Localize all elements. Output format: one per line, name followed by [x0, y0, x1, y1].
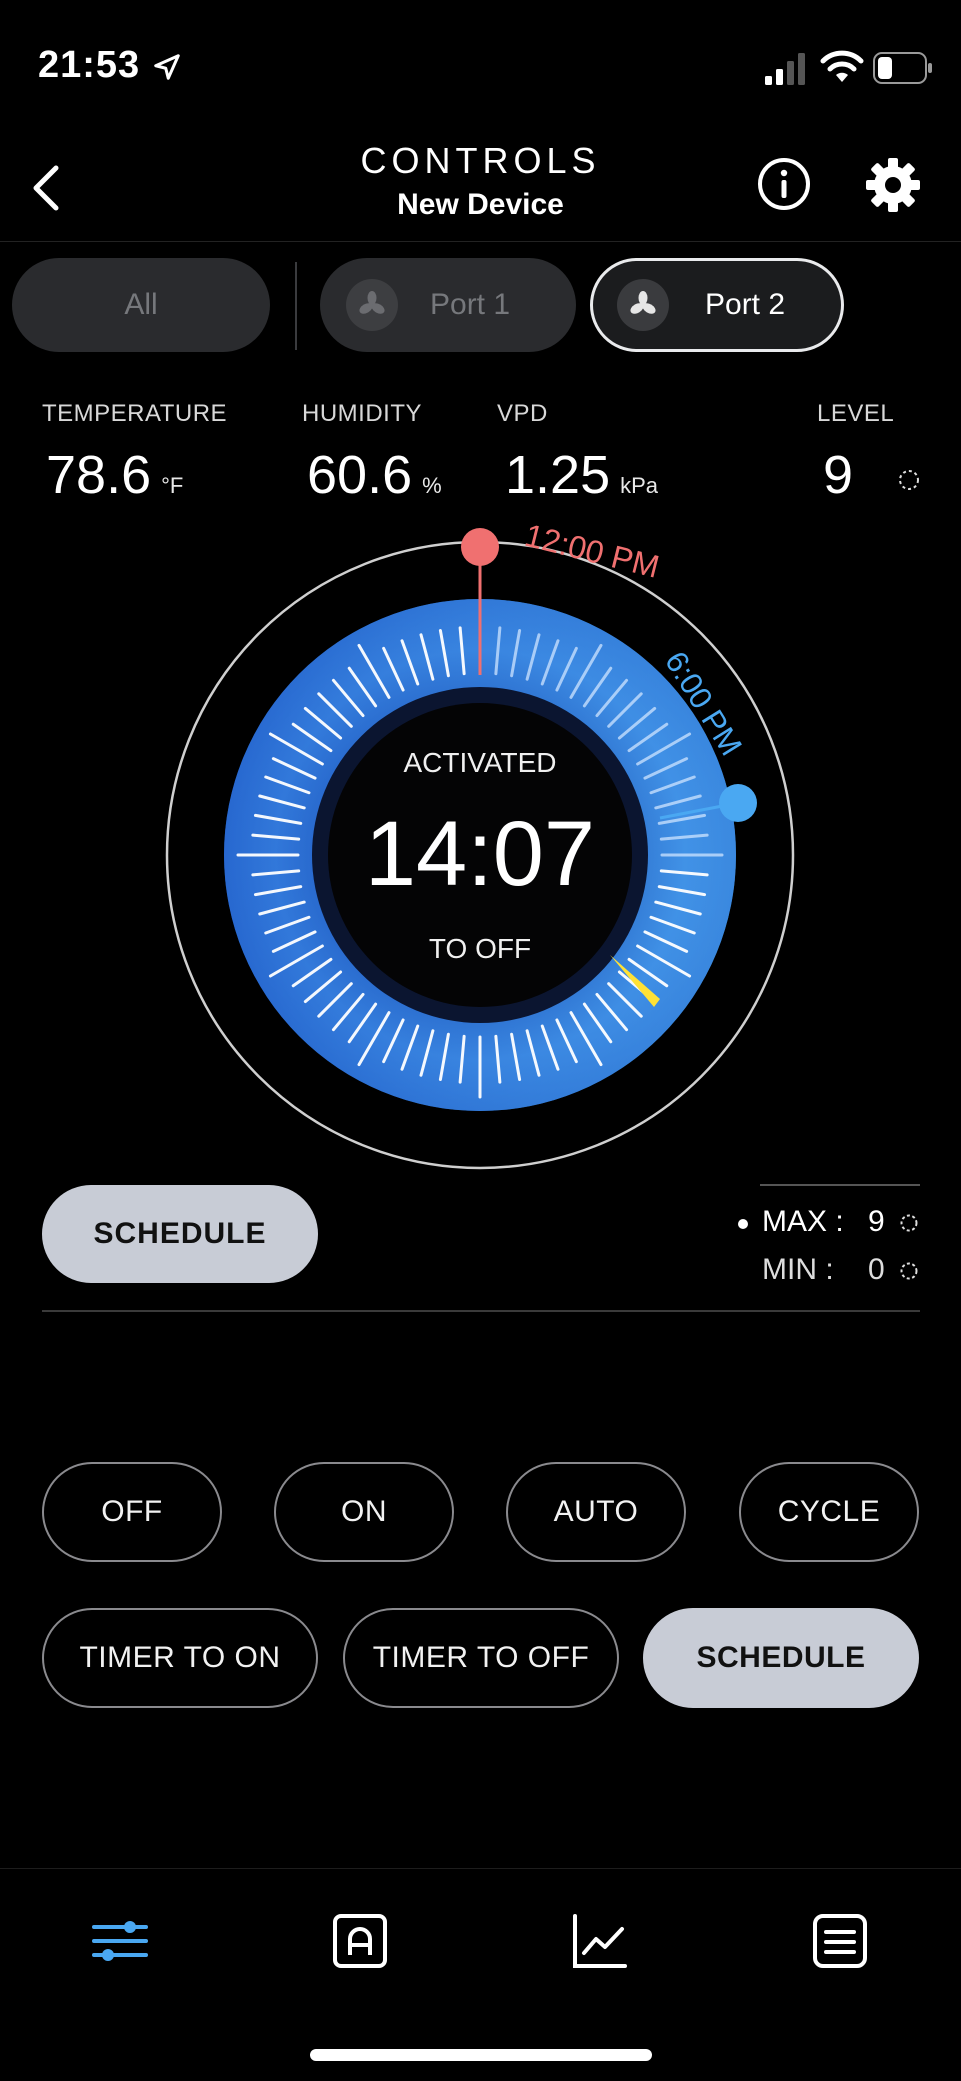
gear-icon[interactable] — [864, 156, 922, 214]
vpd-value: 1.25 — [505, 445, 611, 505]
fan-icon — [346, 279, 398, 331]
mode-off-button[interactable]: OFF — [42, 1462, 222, 1562]
fan-icon — [617, 279, 669, 331]
wifi-icon — [820, 50, 864, 82]
location-arrow-icon — [154, 54, 180, 80]
max-dotted-circle-icon — [900, 1214, 918, 1232]
vpd-value-row: 1.25 kPa — [505, 444, 658, 506]
tab-port-1[interactable]: Port 1 — [320, 258, 576, 352]
status-time: 21:53 — [38, 44, 141, 86]
tab-label: Port 1 — [430, 288, 511, 321]
humidity-reading: HUMIDITY 60.6% — [302, 400, 442, 505]
mode-timer-to-on-button[interactable]: TIMER TO ON — [42, 1608, 318, 1708]
maxmin-divider — [760, 1184, 920, 1186]
tab-label: Port 2 — [705, 288, 786, 321]
device-name: New Device — [397, 188, 564, 221]
min-value: 0 — [868, 1253, 885, 1286]
max-value: 9 — [868, 1205, 885, 1238]
battery-icon — [873, 52, 932, 84]
mode-on-button[interactable]: ON — [274, 1462, 454, 1562]
schedule-dial[interactable]: 12:00 PM 6:00 PM ACTIVATED 14:07 TO OFF — [160, 505, 800, 1195]
home-indicator[interactable] — [310, 2049, 652, 2061]
vpd-reading: VPD 1.25 kPa — [497, 400, 658, 505]
min-dotted-circle-icon — [900, 1262, 918, 1280]
port-tabs: All Port 1 Port 2 — [0, 258, 961, 352]
mode-cycle-button[interactable]: CYCLE — [739, 1462, 919, 1562]
tab-label: All — [124, 288, 158, 321]
status-bar: 21:53 — [0, 0, 961, 130]
auto-icon[interactable] — [330, 1911, 390, 1971]
status-label: ACTIVATED — [404, 747, 557, 778]
sensor-readings: TEMPERATURE 78.6 °F HUMIDITY 60.6% VPD 1.… — [0, 400, 961, 510]
schedule-pill-button[interactable]: SCHEDULE — [42, 1185, 318, 1283]
list-icon[interactable] — [810, 1911, 870, 1971]
header: CONTROLS New Device — [0, 130, 961, 242]
min-label: MIN : — [762, 1253, 834, 1286]
vpd-unit: kPa — [620, 473, 659, 498]
mode-timer-to-off-button[interactable]: TIMER TO OFF — [343, 1608, 619, 1708]
tab-divider — [295, 262, 297, 350]
info-icon[interactable] — [756, 156, 812, 212]
start-marker-knob — [461, 528, 499, 566]
level-dotted-circle-icon — [899, 470, 919, 490]
tab-all[interactable]: All — [12, 258, 270, 352]
temperature-reading: TEMPERATURE 78.6 °F — [42, 400, 228, 505]
mode-schedule-button[interactable]: SCHEDULE — [643, 1608, 919, 1708]
sliders-icon[interactable] — [90, 1911, 150, 1971]
vpd-label: VPD — [497, 400, 548, 427]
signal-icon — [765, 53, 805, 85]
temperature-value-row: 78.6 °F — [46, 444, 183, 506]
end-marker-knob — [719, 784, 757, 822]
humidity-value-row: 60.6% — [307, 444, 442, 506]
bottom-nav — [0, 1868, 961, 2081]
tab-port-2[interactable]: Port 2 — [590, 258, 844, 352]
chart-icon[interactable] — [570, 1911, 630, 1971]
action-label: TO OFF — [429, 933, 531, 964]
temperature-unit: °F — [161, 473, 184, 498]
start-time-label: 12:00 PM — [521, 517, 663, 585]
max-label: MAX : — [762, 1205, 844, 1238]
section-divider — [42, 1310, 920, 1312]
page-title: CONTROLS — [360, 140, 601, 181]
level-label: LEVEL — [817, 400, 895, 427]
mode-auto-button[interactable]: AUTO — [506, 1462, 686, 1562]
humidity-label: HUMIDITY — [302, 400, 422, 427]
level-reading: LEVEL 9 — [817, 400, 919, 505]
level-value: 9 — [823, 445, 854, 505]
selected-dot — [738, 1219, 748, 1229]
temperature-label: TEMPERATURE — [42, 400, 228, 427]
humidity-value: 60.6 — [307, 445, 413, 505]
humidity-unit: % — [422, 473, 442, 498]
countdown-value: 14:07 — [365, 803, 595, 905]
temperature-value: 78.6 — [46, 445, 152, 505]
